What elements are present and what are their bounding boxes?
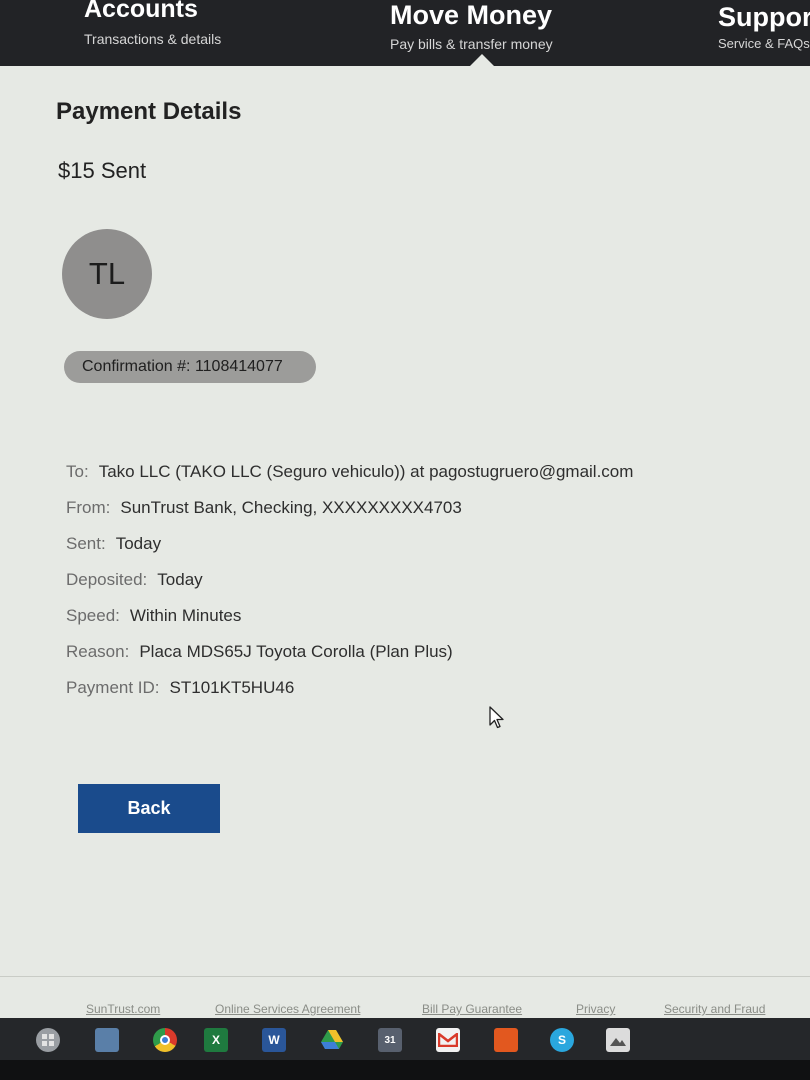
nav-accounts[interactable]: Accounts Transactions & details — [84, 0, 221, 47]
detail-value-reason: Placa MDS65J Toyota Corolla (Plan Plus) — [139, 642, 453, 661]
nav-accounts-subtitle: Transactions & details — [84, 31, 222, 47]
footer-link-online-services-agreement[interactable]: Online Services Agreement — [215, 1002, 360, 1016]
detail-value-to: Tako LLC (TAKO LLC (Seguro vehiculo)) at… — [98, 462, 634, 481]
office-icon[interactable] — [494, 1028, 518, 1052]
file-explorer-icon[interactable] — [95, 1028, 119, 1052]
active-tab-caret-icon — [470, 54, 494, 66]
detail-row-sent: Sent: Today — [66, 534, 161, 554]
taskbar-shadow — [0, 1060, 810, 1080]
detail-row-payment-id: Payment ID: ST101KT5HU46 — [66, 678, 294, 698]
detail-row-deposited: Deposited: Today — [66, 570, 203, 590]
footer-link-privacy[interactable]: Privacy — [576, 1002, 615, 1016]
detail-row-speed: Speed: Within Minutes — [66, 606, 241, 626]
detail-row-from: From: SunTrust Bank, Checking, XXXXXXXXX4… — [66, 498, 462, 518]
nav-support-title: Suppor — [718, 2, 810, 32]
detail-label-from: From: — [66, 498, 111, 517]
excel-letter: X — [211, 1033, 220, 1047]
taskbar: X W 31 S — [0, 1018, 810, 1080]
detail-value-from: SunTrust Bank, Checking, XXXXXXXXX4703 — [120, 498, 462, 517]
google-drive-icon[interactable] — [320, 1028, 344, 1052]
footer-link-bill-pay-guarantee[interactable]: Bill Pay Guarantee — [422, 1002, 522, 1016]
footer-link-suntrust[interactable]: SunTrust.com — [86, 1002, 160, 1016]
detail-label-deposited: Deposited: — [66, 570, 148, 589]
confirmation-number: Confirmation #: 1108414077 — [82, 358, 283, 375]
photos-icon[interactable] — [606, 1028, 630, 1052]
calendar-icon[interactable]: 31 — [378, 1028, 402, 1052]
gmail-icon[interactable] — [436, 1028, 460, 1052]
mouse-cursor-icon — [489, 706, 505, 735]
detail-label-payment-id: Payment ID: — [66, 678, 160, 697]
detail-label-to: To: — [66, 462, 89, 481]
detail-value-payment-id: ST101KT5HU46 — [169, 678, 295, 697]
chrome-icon[interactable] — [153, 1028, 177, 1052]
nav-move-money-subtitle: Pay bills & transfer money — [390, 36, 553, 52]
start-icon[interactable] — [36, 1028, 60, 1052]
avatar-initials: TL — [88, 256, 126, 291]
excel-icon[interactable]: X — [204, 1028, 228, 1052]
detail-value-deposited: Today — [157, 570, 203, 589]
footer-divider — [0, 976, 810, 977]
detail-label-reason: Reason: — [66, 642, 130, 661]
detail-label-sent: Sent: — [66, 534, 106, 553]
footer-link-security-and-fraud[interactable]: Security and Fraud — [664, 1002, 765, 1016]
nav-support-subtitle: Service & FAQs — [718, 36, 810, 51]
confirmation-badge: Confirmation #: 1108414077 — [64, 351, 316, 383]
detail-row-reason: Reason: Placa MDS65J Toyota Corolla (Plan… — [66, 642, 453, 662]
word-icon[interactable]: W — [262, 1028, 286, 1052]
detail-value-speed: Within Minutes — [129, 606, 242, 625]
detail-label-speed: Speed: — [66, 606, 120, 625]
top-navigation: Accounts Transactions & details Move Mon… — [0, 0, 810, 66]
detail-row-to: To: Tako LLC (TAKO LLC (Seguro vehiculo))… — [66, 462, 633, 482]
skype-icon[interactable]: S — [550, 1028, 574, 1052]
word-letter: W — [268, 1033, 280, 1047]
payment-amount: $15 Sent — [58, 158, 147, 183]
calendar-day: 31 — [384, 1034, 396, 1046]
nav-support[interactable]: Suppor Service & FAQs — [718, 2, 810, 52]
skype-letter: S — [557, 1033, 566, 1047]
page-title: Payment Details — [56, 98, 242, 125]
nav-move-money[interactable]: Move Money Pay bills & transfer money — [390, 0, 553, 52]
back-button[interactable]: Back — [78, 784, 220, 833]
detail-value-sent: Today — [115, 534, 162, 553]
avatar: TL — [62, 229, 152, 319]
nav-move-money-title: Move Money — [390, 0, 553, 30]
nav-accounts-title: Accounts — [84, 0, 198, 23]
